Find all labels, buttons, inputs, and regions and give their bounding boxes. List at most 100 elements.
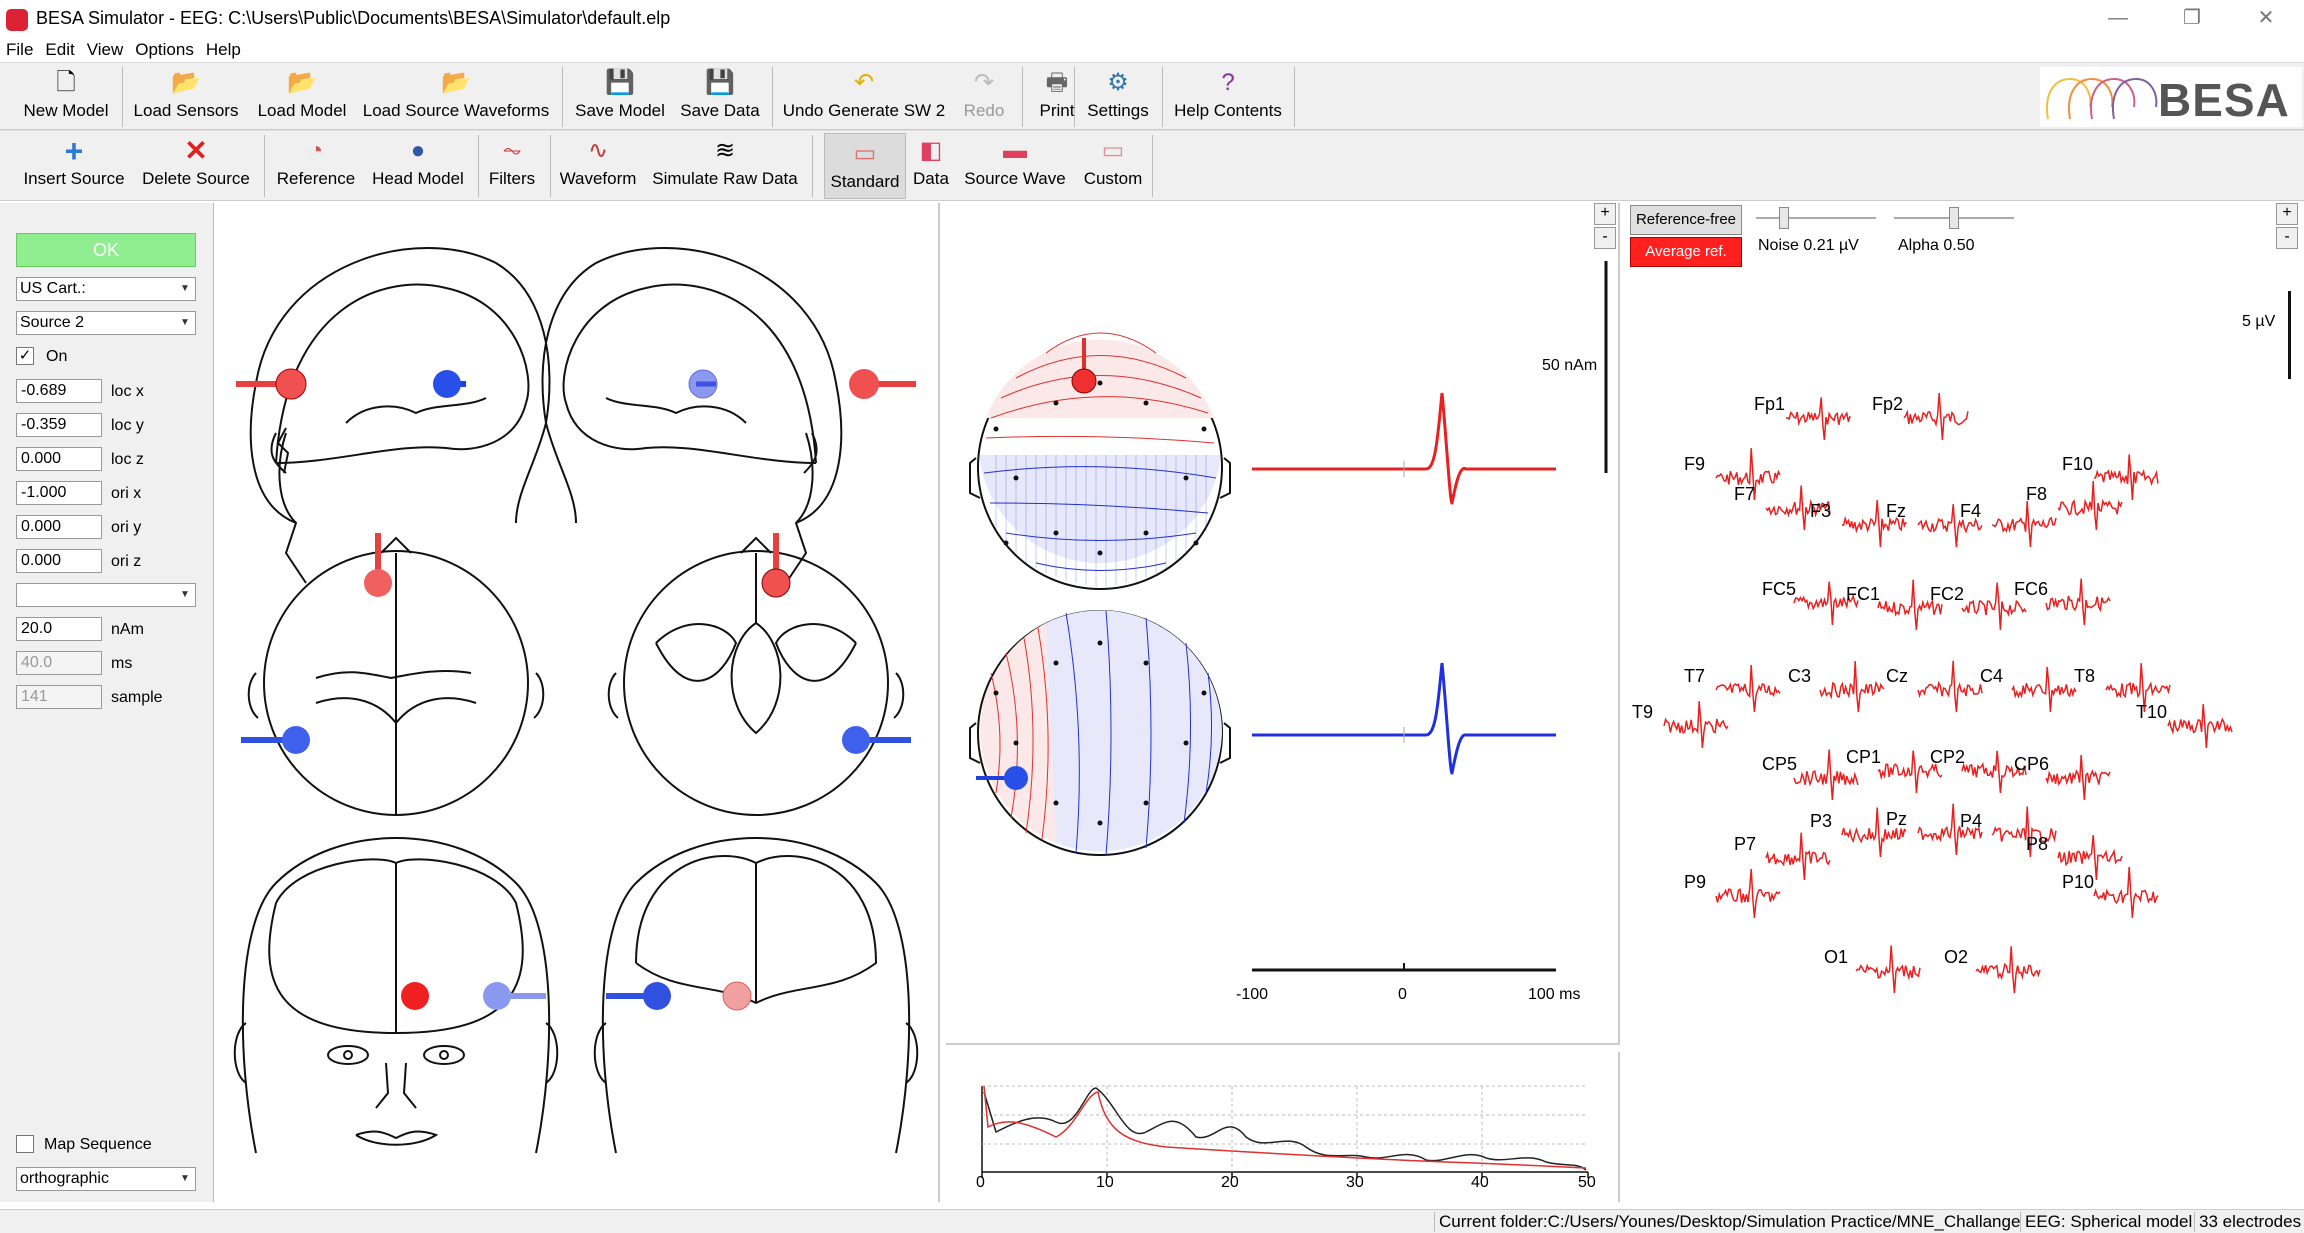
electrode-label-t9: T9 <box>1632 702 1653 722</box>
chevron-down-icon: ▼ <box>180 283 190 294</box>
filter-wave-icon: ⏦ <box>502 137 522 164</box>
redo-icon: ↷ <box>973 69 995 96</box>
electrode-label-f4: F4 <box>1960 501 1981 521</box>
source-on-checkbox[interactable]: ✓ <box>16 347 34 365</box>
spectrum-tick-20: 20 <box>1221 1174 1239 1191</box>
status-bar: Current folder:C:/Users/Younes/Desktop/S… <box>0 1209 2304 1233</box>
menu-options[interactable]: Options <box>129 38 200 60</box>
zoom-in-button[interactable]: + <box>1594 203 1616 225</box>
topomap-source-1 <box>969 332 1231 590</box>
menu-file[interactable]: File <box>0 38 39 60</box>
loc-y-label: loc y <box>111 417 144 434</box>
electrode-label-f3: F3 <box>1810 501 1831 521</box>
besa-app-icon <box>6 9 28 31</box>
layout-data-button[interactable]: ◧ Data <box>908 131 954 189</box>
filters-button[interactable]: ⏦ Filters <box>482 131 542 189</box>
source-wave-layout-icon: ▬ <box>1003 137 1027 164</box>
redo-button[interactable]: ↷ Redo <box>954 63 1014 121</box>
folder-model-icon: 📂 <box>287 69 317 96</box>
source-waveform-panel: + - 50 nAm -100 0 100 ms <box>946 203 1620 1045</box>
new-model-button[interactable]: 🗋 New Model <box>18 63 114 121</box>
head-views-drawing[interactable] <box>216 203 940 1202</box>
loc-z-field[interactable]: 0.000 <box>16 447 102 471</box>
source-2-waveform <box>1252 662 1556 775</box>
ori-y-field[interactable]: 0.000 <box>16 515 102 539</box>
electrode-label-p7: P7 <box>1734 834 1756 854</box>
layout-standard-button[interactable]: ▭ Standard <box>824 133 906 199</box>
help-contents-button[interactable]: ? Help Contents <box>1164 63 1292 121</box>
spectrum-tick-40: 40 <box>1471 1174 1489 1191</box>
restore-icon[interactable]: ❐ <box>2158 0 2226 38</box>
waveform-button[interactable]: ∿ Waveform <box>554 131 642 189</box>
ori-y-label: ori y <box>111 519 142 536</box>
settings-button[interactable]: ⚙ Settings <box>1078 63 1158 121</box>
menu-help[interactable]: Help <box>200 38 247 60</box>
electrode-label-cp5: CP5 <box>1762 754 1797 774</box>
electrode-label-o1: O1 <box>1824 947 1848 967</box>
chevron-down-icon: ▼ <box>180 1173 190 1184</box>
eeg-trace-t10 <box>2167 704 2233 749</box>
head-reference-icon: ◔ <box>308 137 324 164</box>
eeg-trace-fp2 <box>1903 392 1969 441</box>
folder-sensors-icon: 📂 <box>171 69 201 96</box>
ori-z-label: ori z <box>111 553 142 570</box>
source-select[interactable]: Source 2 ▼ <box>16 311 196 335</box>
menu-view[interactable]: View <box>81 38 130 60</box>
ok-button[interactable]: OK <box>16 233 196 267</box>
map-sequence-label: Map Sequence <box>44 1136 152 1153</box>
eeg-trace-c4 <box>2011 666 2077 713</box>
electrode-label-fz: Fz <box>1886 501 1906 521</box>
loc-y-field[interactable]: -0.359 <box>16 413 102 437</box>
load-sensors-button[interactable]: 📂 Load Sensors <box>126 63 246 121</box>
save-model-button[interactable]: 💾 Save Model <box>566 63 674 121</box>
insert-source-button[interactable]: + Insert Source <box>18 131 130 189</box>
electrode-label-f7: F7 <box>1734 484 1755 504</box>
ori-z-field[interactable]: 0.000 <box>16 549 102 573</box>
electrode-label-pz: Pz <box>1886 809 1907 829</box>
undo-button[interactable]: ↶ Undo Generate SW 2 <box>776 63 952 121</box>
reference-button[interactable]: ◔ Reference <box>268 131 364 189</box>
waveform-type-select[interactable]: ▼ <box>16 583 196 607</box>
title-bar: BESA Simulator - EEG: C:\Users\Public\Do… <box>0 0 2304 38</box>
topomap-source-2 <box>969 610 1231 856</box>
time-tick-minus100: -100 <box>1236 986 1269 1003</box>
besa-logo: BESA <box>2040 67 2302 127</box>
eeg-trace-f8 <box>2057 480 2123 531</box>
electrode-label-cp1: CP1 <box>1846 747 1881 767</box>
load-source-waveforms-button[interactable]: 📂 Load Source Waveforms <box>358 63 554 121</box>
delete-source-button[interactable]: ✕ Delete Source <box>136 131 256 189</box>
eeg-trace-cp6 <box>2045 755 2111 801</box>
map-sequence-checkbox[interactable] <box>16 1135 34 1153</box>
projection-select[interactable]: orthographic ▼ <box>16 1167 196 1191</box>
save-data-button[interactable]: 💾 Save Data <box>676 63 764 121</box>
loc-x-label: loc x <box>111 383 144 400</box>
amplitude-unit-label: nAm <box>111 621 144 638</box>
simulate-raw-data-button[interactable]: ≋ Simulate Raw Data <box>646 131 804 189</box>
loc-x-field[interactable]: -0.689 <box>16 379 102 403</box>
layout-source-wave-button[interactable]: ▬ Source Wave <box>958 131 1072 189</box>
load-model-button[interactable]: 📂 Load Model <box>250 63 354 121</box>
head-views-panel <box>216 203 940 1202</box>
help-question-icon: ? <box>1221 69 1235 96</box>
zoom-out-button[interactable]: - <box>1594 227 1616 249</box>
coordinate-system-select[interactable]: US Cart.: ▼ <box>16 277 196 301</box>
head-model-button[interactable]: ● Head Model <box>366 131 470 189</box>
spectrum-tick-10: 10 <box>1096 1174 1114 1191</box>
minimize-icon[interactable]: — <box>2084 0 2152 38</box>
power-spectrum-chart <box>981 1085 1589 1178</box>
gear-icon: ⚙ <box>1107 69 1129 96</box>
layout-custom-button[interactable]: ▭ Custom <box>1076 131 1150 189</box>
electrode-label-fp1: Fp1 <box>1754 394 1785 414</box>
electrode-label-c3: C3 <box>1788 666 1811 686</box>
menu-edit[interactable]: Edit <box>39 38 80 60</box>
status-electrode-count: 33 electrodes <box>2194 1212 2301 1232</box>
close-icon[interactable]: ✕ <box>2232 0 2300 38</box>
source-parameters-panel: OK US Cart.: ▼ Source 2 ▼ ✓ On -0.689 loc x… <box>0 203 214 1202</box>
ori-x-field[interactable]: -1.000 <box>16 481 102 505</box>
latency-field: 40.0 <box>16 651 102 675</box>
electrode-label-fc2: FC2 <box>1930 584 1964 604</box>
electrode-label-fc1: FC1 <box>1846 584 1880 604</box>
source-1-waveform <box>1252 392 1556 505</box>
main-toolbar: 🗋 New Model 📂 Load Sensors 📂 Load Model 📂 Lo… <box>0 62 2304 130</box>
amplitude-field[interactable]: 20.0 <box>16 617 102 641</box>
